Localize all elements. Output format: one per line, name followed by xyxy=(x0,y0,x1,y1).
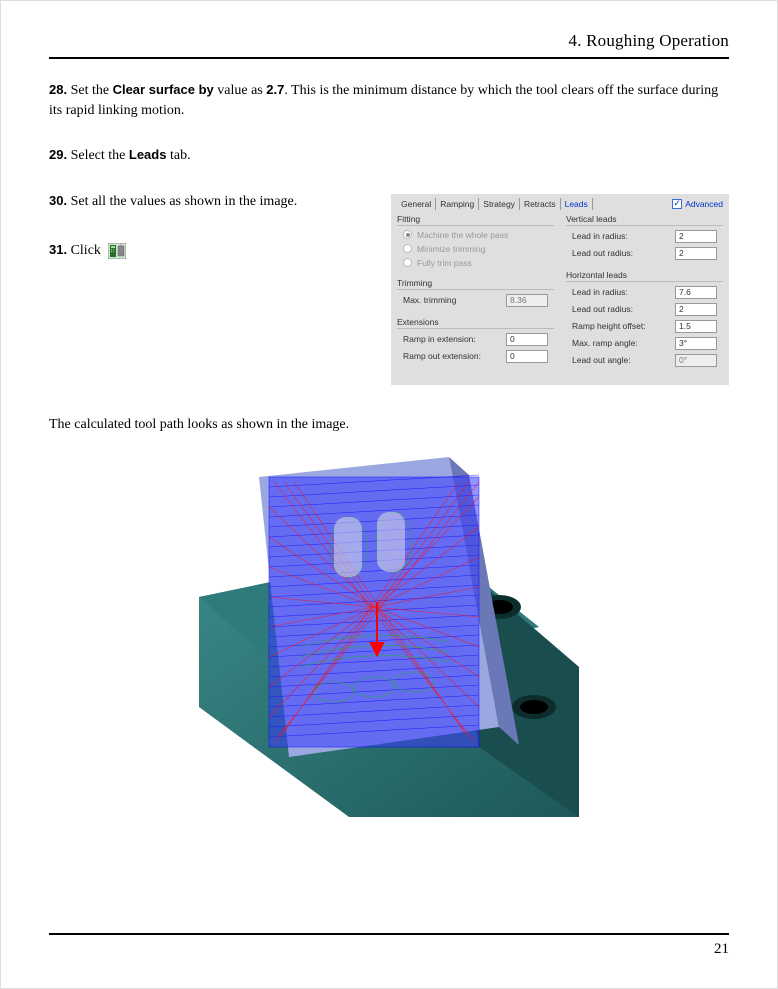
field-label: Lead out angle: xyxy=(572,355,631,365)
group-legend: Trimming xyxy=(397,278,554,290)
vertical-leads-group: Vertical leads Lead in radius: 2 Lead ou… xyxy=(566,214,723,262)
field-label: Ramp in extension: xyxy=(403,334,476,344)
max-trimming-input[interactable]: 8.36 xyxy=(506,294,548,307)
field-label: Lead in radius: xyxy=(572,287,628,297)
max-ramp-angle-input[interactable]: 3° xyxy=(675,337,717,350)
page-number: 21 xyxy=(714,941,729,957)
group-legend: Extensions xyxy=(397,317,554,329)
field-label: Lead out radius: xyxy=(572,248,633,258)
radio-label: Fully trim pass xyxy=(417,258,472,268)
tab-ramping[interactable]: Ramping xyxy=(436,198,479,210)
field-label: Lead out radius: xyxy=(572,304,633,314)
calculate-icon xyxy=(108,243,126,259)
text: value as xyxy=(214,83,266,98)
fitting-group: Fitting Machine the whole pass Minimize … xyxy=(397,214,554,270)
radio-icon xyxy=(403,258,412,267)
radio-label: Minimize trimming xyxy=(417,244,485,254)
text: Set all the values as shown in the image… xyxy=(71,194,298,209)
checkbox-icon: ✓ xyxy=(672,199,682,209)
field-label: Lead in radius: xyxy=(572,231,628,241)
page-footer: 21 xyxy=(49,933,729,958)
step-29: 29. Select the Leads tab. xyxy=(49,146,729,166)
field-label: Ramp height offset: xyxy=(572,321,646,331)
advanced-checkbox[interactable]: ✓ Advanced xyxy=(672,199,723,209)
bold-text: Leads xyxy=(129,147,167,162)
step-28: 28. Set the Clear surface by value as 2.… xyxy=(49,81,729,120)
radio-machine-whole-pass[interactable]: Machine the whole pass xyxy=(397,228,554,242)
ramp-out-extension-input[interactable]: 0 xyxy=(506,350,548,363)
advanced-label: Advanced xyxy=(685,199,723,209)
text: Select the xyxy=(71,148,129,163)
step-number: 29. xyxy=(49,147,67,162)
radio-minimize-trimming[interactable]: Minimize trimming xyxy=(397,242,554,256)
tab-general[interactable]: General xyxy=(397,198,436,210)
radio-fully-trim-pass[interactable]: Fully trim pass xyxy=(397,256,554,270)
field-label: Max. ramp angle: xyxy=(572,338,638,348)
radio-icon xyxy=(403,230,412,239)
text: Set the xyxy=(71,83,113,98)
step-number: 31. xyxy=(49,242,67,257)
radio-label: Machine the whole pass xyxy=(417,230,508,240)
radio-icon xyxy=(403,244,412,253)
tab-bar: General Ramping Strategy Retracts Leads … xyxy=(397,198,723,210)
tab-leads[interactable]: Leads xyxy=(561,198,593,210)
result-text: The calculated tool path looks as shown … xyxy=(49,417,729,433)
horizontal-leads-group: Horizontal leads Lead in radius: 7.6 Lea… xyxy=(566,270,723,369)
hlead-out-radius-input[interactable]: 2 xyxy=(675,303,717,316)
bold-text: 2.7 xyxy=(266,82,284,97)
group-legend: Vertical leads xyxy=(566,214,723,226)
toolpath-visualization xyxy=(199,447,579,817)
group-legend: Fitting xyxy=(397,214,554,226)
field-label: Ramp out extension: xyxy=(403,351,481,361)
text: Click xyxy=(71,243,105,258)
header-title: 4. Roughing Operation xyxy=(569,31,730,50)
group-legend: Horizontal leads xyxy=(566,270,723,282)
bold-text: Clear surface by xyxy=(113,82,214,97)
leads-panel: General Ramping Strategy Retracts Leads … xyxy=(391,194,729,385)
step-number: 30. xyxy=(49,193,67,208)
page-header: 4. Roughing Operation xyxy=(49,31,729,59)
extensions-group: Extensions Ramp in extension: 0 Ramp out… xyxy=(397,317,554,365)
step-number: 28. xyxy=(49,82,67,97)
hlead-in-radius-input[interactable]: 7.6 xyxy=(675,286,717,299)
field-label: Max. trimming xyxy=(403,295,456,305)
tab-retracts[interactable]: Retracts xyxy=(520,198,561,210)
lead-out-angle-input[interactable]: 0° xyxy=(675,354,717,367)
trimming-group: Trimming Max. trimming 8.36 xyxy=(397,278,554,309)
text: tab. xyxy=(166,148,190,163)
ramp-height-offset-input[interactable]: 1.5 xyxy=(675,320,717,333)
ramp-in-extension-input[interactable]: 0 xyxy=(506,333,548,346)
tab-strategy[interactable]: Strategy xyxy=(479,198,520,210)
vlead-in-radius-input[interactable]: 2 xyxy=(675,230,717,243)
vlead-out-radius-input[interactable]: 2 xyxy=(675,247,717,260)
